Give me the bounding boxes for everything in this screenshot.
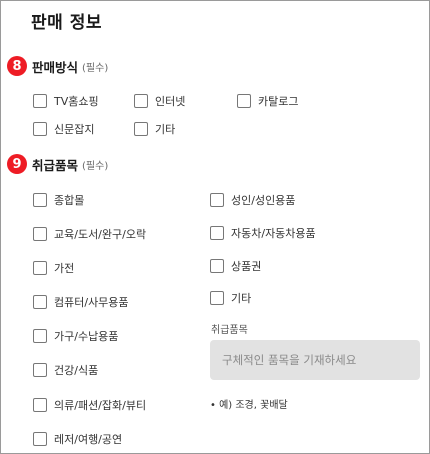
checkbox-label: 가전 bbox=[54, 262, 75, 275]
checkbox-internet[interactable]: 인터넷 bbox=[134, 93, 185, 109]
checkbox-label: 신문잡지 bbox=[54, 123, 95, 136]
checkbox-other-items[interactable]: 기타 bbox=[210, 290, 251, 306]
checkbox-label: 건강/식품 bbox=[54, 364, 99, 377]
items-detail-input[interactable] bbox=[210, 340, 420, 380]
checkbox-label: 컴퓨터/사무용품 bbox=[54, 296, 129, 309]
checkbox-catalog[interactable]: 카탈로그 bbox=[237, 93, 298, 109]
sales-info-panel: 판매 정보 8 판매방식 (필수) TV홈쇼핑 인터넷 카탈로그 신문잡지 기타… bbox=[0, 0, 430, 454]
checkbox-appliances[interactable]: 가전 bbox=[33, 260, 74, 276]
checkbox-furniture-storage[interactable]: 가구/수납용품 bbox=[33, 328, 118, 344]
checkbox-label: 종합몰 bbox=[54, 194, 85, 207]
checkbox-box[interactable] bbox=[237, 94, 251, 108]
checkbox-box[interactable] bbox=[33, 398, 47, 412]
required-label: (필수) bbox=[82, 160, 109, 172]
checkbox-label: 기타 bbox=[155, 123, 176, 136]
page-title: 판매 정보 bbox=[31, 13, 102, 33]
checkbox-box[interactable] bbox=[33, 261, 47, 275]
checkbox-box[interactable] bbox=[33, 227, 47, 241]
checkbox-car-accessories[interactable]: 자동차/자동차용품 bbox=[210, 225, 316, 241]
checkbox-tv-homeshopping[interactable]: TV홈쇼핑 bbox=[33, 93, 99, 109]
checkbox-box[interactable] bbox=[210, 193, 224, 207]
checkbox-label: 카탈로그 bbox=[258, 95, 299, 108]
items-field-label: 취급품목 bbox=[211, 325, 248, 336]
checkbox-box[interactable] bbox=[210, 226, 224, 240]
checkbox-box[interactable] bbox=[134, 122, 148, 136]
checkbox-label: 가구/수납용품 bbox=[54, 330, 119, 343]
section-title: 판매방식 bbox=[32, 59, 79, 75]
checkbox-box[interactable] bbox=[210, 291, 224, 305]
step-number-badge: 9 bbox=[7, 154, 27, 174]
checkbox-newspaper-magazine[interactable]: 신문잡지 bbox=[33, 121, 94, 137]
checkbox-box[interactable] bbox=[33, 193, 47, 207]
section-items-header: 9 취급품목 (필수) bbox=[7, 154, 108, 174]
section-title: 취급품목 bbox=[32, 157, 79, 173]
checkbox-box[interactable] bbox=[33, 432, 47, 446]
required-label: (필수) bbox=[82, 62, 109, 74]
checkbox-computer-office[interactable]: 컴퓨터/사무용품 bbox=[33, 294, 129, 310]
checkbox-box[interactable] bbox=[33, 295, 47, 309]
checkbox-label: 성인/성인용품 bbox=[231, 194, 296, 207]
checkbox-label: 자동차/자동차용품 bbox=[231, 227, 316, 240]
checkbox-box[interactable] bbox=[134, 94, 148, 108]
checkbox-box[interactable] bbox=[33, 122, 47, 136]
checkbox-box[interactable] bbox=[33, 363, 47, 377]
checkbox-gift-cards[interactable]: 상품권 bbox=[210, 258, 261, 274]
checkbox-leisure-travel-show[interactable]: 레저/여행/공연 bbox=[33, 431, 122, 447]
checkbox-adult-products[interactable]: 성인/성인용품 bbox=[210, 192, 295, 208]
section-sales-method-header: 8 판매방식 (필수) bbox=[7, 56, 108, 76]
checkbox-label: 교육/도서/완구/오락 bbox=[54, 228, 147, 241]
checkbox-box[interactable] bbox=[33, 94, 47, 108]
checkbox-label: 의류/패션/잡화/뷰티 bbox=[54, 399, 147, 412]
checkbox-education-books-toys[interactable]: 교육/도서/완구/오락 bbox=[33, 226, 146, 242]
checkbox-clothing-fashion-beauty[interactable]: 의류/패션/잡화/뷰티 bbox=[33, 397, 146, 413]
checkbox-health-food[interactable]: 건강/식품 bbox=[33, 362, 98, 378]
items-example-hint: • 예) 조경, 꽃배달 bbox=[210, 400, 288, 411]
checkbox-label: 기타 bbox=[231, 292, 252, 305]
checkbox-label: 상품권 bbox=[231, 260, 262, 273]
checkbox-box[interactable] bbox=[210, 259, 224, 273]
checkbox-box[interactable] bbox=[33, 329, 47, 343]
checkbox-label: 레저/여행/공연 bbox=[54, 433, 123, 446]
checkbox-label: 인터넷 bbox=[155, 95, 186, 108]
checkbox-general-mall[interactable]: 종합몰 bbox=[33, 192, 84, 208]
step-number-badge: 8 bbox=[7, 56, 27, 76]
checkbox-label: TV홈쇼핑 bbox=[54, 95, 99, 108]
checkbox-other-sales-method[interactable]: 기타 bbox=[134, 121, 175, 137]
